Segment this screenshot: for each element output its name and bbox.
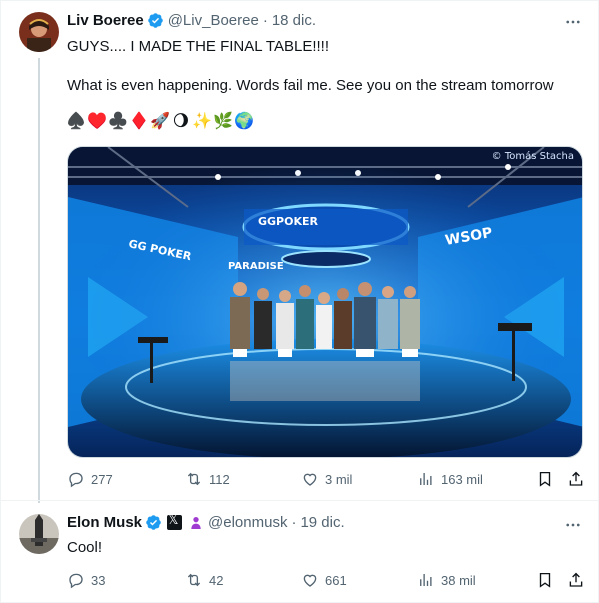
- repost-icon: [187, 573, 201, 587]
- repost-button[interactable]: 42: [185, 570, 223, 590]
- moon-emoji: 🌖: [172, 113, 190, 130]
- share-button[interactable]: [567, 469, 585, 489]
- share-icon: [569, 572, 583, 587]
- avatar[interactable]: [19, 514, 59, 554]
- reply-button[interactable]: 33: [67, 570, 105, 590]
- views-button[interactable]: 38 mil: [417, 570, 476, 590]
- tweet-text: Cool!: [67, 539, 103, 556]
- tweet-date[interactable]: 19 dic.: [300, 514, 344, 531]
- reply-count: 33: [91, 572, 106, 588]
- more-options-button[interactable]: [563, 515, 583, 535]
- avatar[interactable]: [19, 12, 59, 52]
- bookmark-icon: [539, 572, 551, 588]
- repost-count: 112: [209, 471, 230, 487]
- author-name[interactable]: Elon Musk: [67, 514, 142, 531]
- club-emoji: ♣️: [108, 113, 128, 130]
- stage-sign-ggpoker: GGPOKER: [258, 215, 319, 228]
- author-name[interactable]: Liv Boeree: [67, 12, 144, 29]
- more-options-button[interactable]: [563, 12, 583, 32]
- more-icon: [566, 523, 580, 527]
- gender-symbol-icon: [191, 516, 201, 529]
- repost-count: 42: [209, 572, 224, 588]
- tweet-date[interactable]: 18 dic.: [272, 12, 316, 29]
- like-count: 661: [325, 572, 347, 588]
- author-handle[interactable]: @Liv_Boeree: [168, 12, 259, 29]
- tweet-liv-boeree[interactable]: Liv Boeree @Liv_Boeree · 18 dic. GUYS...…: [0, 0, 599, 503]
- like-icon: [303, 574, 317, 587]
- separator-dot: ·: [291, 514, 297, 531]
- like-button[interactable]: 3 mil: [301, 469, 352, 489]
- spade-emoji: ♠️: [66, 113, 86, 130]
- tweet-header: Elon Musk @elonmusk · 19 dic.: [67, 513, 345, 531]
- final-table-stage-photo: GGPOKER GG POKER PARADISE WSOP: [68, 147, 582, 457]
- views-button[interactable]: 163 mil: [417, 469, 483, 489]
- verified-icon: [147, 13, 163, 28]
- tweet-text-line-2: What is even happening. Words fail me. S…: [67, 77, 554, 94]
- stage-sign-paradise: PARADISE: [228, 261, 284, 272]
- reply-icon: [69, 573, 83, 589]
- bookmark-icon: [539, 471, 551, 487]
- tweet-header: Liv Boeree @Liv_Boeree · 18 dic.: [67, 12, 316, 29]
- x-affiliate-icon[interactable]: [167, 513, 183, 530]
- tweet-actions: 33 42 661 38 mil: [67, 570, 587, 590]
- separator-dot: ·: [262, 12, 268, 29]
- herb-emoji: 🌿: [213, 113, 233, 130]
- reply-button[interactable]: 277: [67, 469, 113, 489]
- heart-emoji: ♥️: [87, 113, 107, 130]
- views-count: 38 mil: [441, 572, 476, 588]
- reply-icon: [69, 472, 83, 488]
- sparkles-emoji: ✨: [192, 113, 212, 130]
- photo-credit: © Tomás Stacha: [491, 151, 574, 162]
- globe-emoji: 🌍: [234, 113, 254, 130]
- repost-icon: [187, 472, 201, 486]
- emoji-row: ♠️ ♥️ ♣️ ♦️ 🚀 🌖 ✨ 🌿 🌍: [66, 113, 254, 131]
- views-icon: [420, 574, 432, 586]
- bookmark-button[interactable]: [536, 570, 554, 590]
- tweet-elon-musk[interactable]: Elon Musk @elonmusk · 19 dic. Cool! 33 4…: [0, 500, 599, 603]
- like-count: 3 mil: [325, 471, 353, 487]
- reply-count: 277: [91, 471, 113, 487]
- share-icon: [569, 471, 583, 486]
- thread-line: [38, 58, 40, 503]
- views-icon: [420, 473, 432, 485]
- verified-icon: [146, 515, 161, 530]
- more-icon: [566, 20, 580, 24]
- share-button[interactable]: [567, 570, 585, 590]
- author-handle[interactable]: @elonmusk: [208, 514, 287, 531]
- bookmark-button[interactable]: [536, 469, 554, 489]
- tweet-text-line-1: GUYS.... I MADE THE FINAL TABLE!!!!: [67, 38, 330, 55]
- tweet-actions: 277 112 3 mil 163 mil: [67, 469, 587, 489]
- rocket-emoji: 🚀: [150, 113, 170, 130]
- like-button[interactable]: 661: [301, 570, 347, 590]
- views-count: 163 mil: [441, 471, 483, 487]
- repost-button[interactable]: 112: [185, 469, 230, 489]
- like-icon: [303, 473, 317, 486]
- diamond-emoji: ♦️: [129, 113, 149, 130]
- tweet-photo[interactable]: GGPOKER GG POKER PARADISE WSOP © Tomás S…: [67, 146, 583, 458]
